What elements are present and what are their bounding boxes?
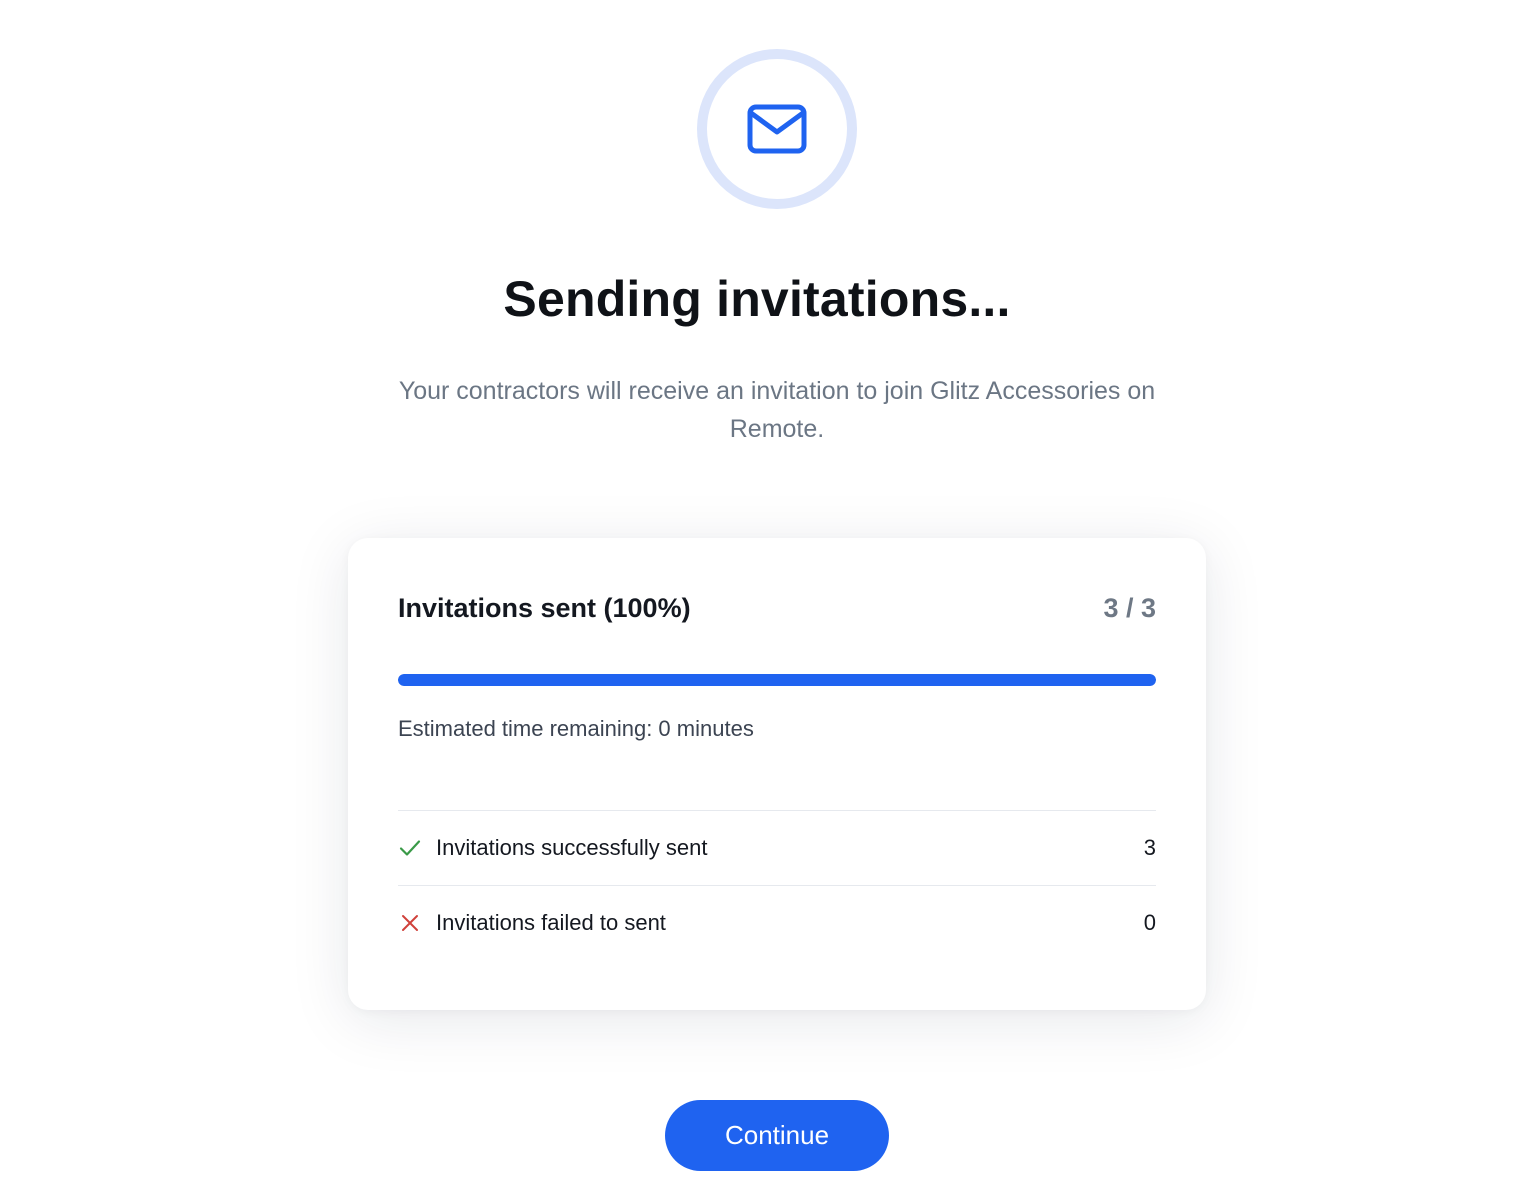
invitation-progress-card: Invitations sent (100%) 3 / 3 Estimated … — [348, 538, 1206, 1010]
page-subtitle: Your contractors will receive an invitat… — [398, 377, 1156, 443]
continue-button[interactable]: Continue — [665, 1100, 889, 1171]
page-title: Sending invitations... — [503, 271, 1011, 327]
failed-label: Invitations failed to sent — [436, 910, 666, 935]
check-icon — [398, 836, 422, 860]
envelope-icon-badge — [697, 49, 857, 209]
success-count: 3 — [1143, 835, 1156, 860]
sent-count: 3 / 3 — [1103, 593, 1156, 623]
envelope-icon — [747, 104, 807, 154]
close-icon — [398, 911, 422, 935]
card-header: Invitations sent (100%) 3 / 3 — [398, 593, 1156, 624]
success-label: Invitations successfully sent — [436, 835, 708, 860]
progress-bar-fill — [398, 674, 1156, 686]
list-item-failed: Invitations failed to sent 0 — [398, 885, 1156, 960]
page: Sending invitations... Your contractors … — [0, 0, 1514, 1197]
list-item-success: Invitations successfully sent 3 — [398, 810, 1156, 885]
progress-bar — [398, 674, 1156, 686]
result-list: Invitations successfully sent 3 Invitati… — [398, 810, 1156, 960]
card-title: Invitations sent (100%) — [398, 593, 691, 623]
estimated-time-remaining: Estimated time remaining: 0 minutes — [398, 716, 754, 741]
failed-count: 0 — [1143, 910, 1156, 935]
